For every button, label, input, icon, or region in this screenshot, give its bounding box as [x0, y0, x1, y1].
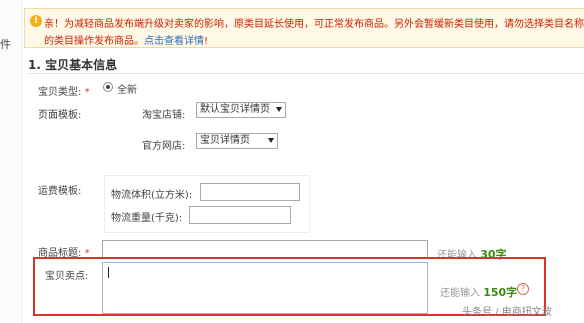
required-mark: * — [84, 87, 90, 98]
item-type-label-text: 宝贝类型: — [38, 87, 82, 98]
selling-points-textarea[interactable] — [102, 262, 428, 314]
taobao-template-select[interactable]: 默认宝贝详情页 — [196, 102, 286, 118]
official-store-label: 官方网店: — [142, 141, 186, 152]
taobao-store-label: 淘宝店铺: — [142, 110, 186, 121]
page-template-label: 页面模板: — [38, 110, 82, 121]
notice-banner: ! 亲！为减轻商品发布端升级对卖家的影响，原类目延长使用，可正常发布商品。另外会… — [24, 8, 584, 48]
volume-input[interactable] — [200, 183, 300, 201]
item-type-label: 宝贝类型: * — [38, 83, 90, 98]
taobao-template-value: 默认宝贝详情页 — [200, 104, 270, 115]
help-icon[interactable]: ? — [517, 283, 529, 295]
notice-line-2: 的类目操作发布商品。点击查看详情! — [44, 32, 208, 47]
chevron-down-icon — [268, 138, 274, 143]
selling-points-remaining-number: 150字 — [483, 286, 518, 299]
selling-points-remaining-count: 还能输入 150字 — [440, 284, 517, 300]
shipping-template-label: 运费模板: — [38, 186, 82, 197]
product-title-input[interactable] — [102, 240, 428, 258]
section-title: 1. 宝贝基本信息 — [28, 58, 118, 72]
new-condition-radio[interactable] — [103, 82, 113, 92]
notice-line-1: 亲！为减轻商品发布端升级对卖家的影响，原类目延长使用，可正常发布商品。另外会暂缓… — [44, 19, 584, 30]
notice-line-2-text: 的类目操作发布商品。 — [44, 36, 144, 47]
selling-points-remaining-prefix: 还能输入 — [440, 288, 480, 299]
left-panel-fragment: 件 — [0, 38, 11, 51]
selling-points-label: 宝贝卖点: — [45, 271, 89, 282]
chevron-down-icon — [276, 107, 282, 112]
warning-icon: ! — [30, 15, 42, 27]
watermark: 头条号 / 电商扭文波 — [462, 307, 552, 318]
new-condition-label: 全新 — [117, 85, 137, 96]
official-template-select[interactable]: 宝贝详情页 — [196, 133, 278, 149]
weight-input[interactable] — [189, 206, 291, 224]
section-divider — [28, 73, 584, 74]
notice-details-link[interactable]: 点击查看详情 — [144, 36, 204, 47]
volume-label: 物流体积(立方米): — [111, 190, 193, 201]
official-template-value: 宝贝详情页 — [200, 135, 250, 146]
text-caret — [108, 267, 109, 278]
weight-label: 物流重量(千克): — [111, 213, 183, 224]
notice-line-2-end: ! — [204, 36, 209, 47]
left-panel-edge: 件 — [0, 0, 22, 323]
